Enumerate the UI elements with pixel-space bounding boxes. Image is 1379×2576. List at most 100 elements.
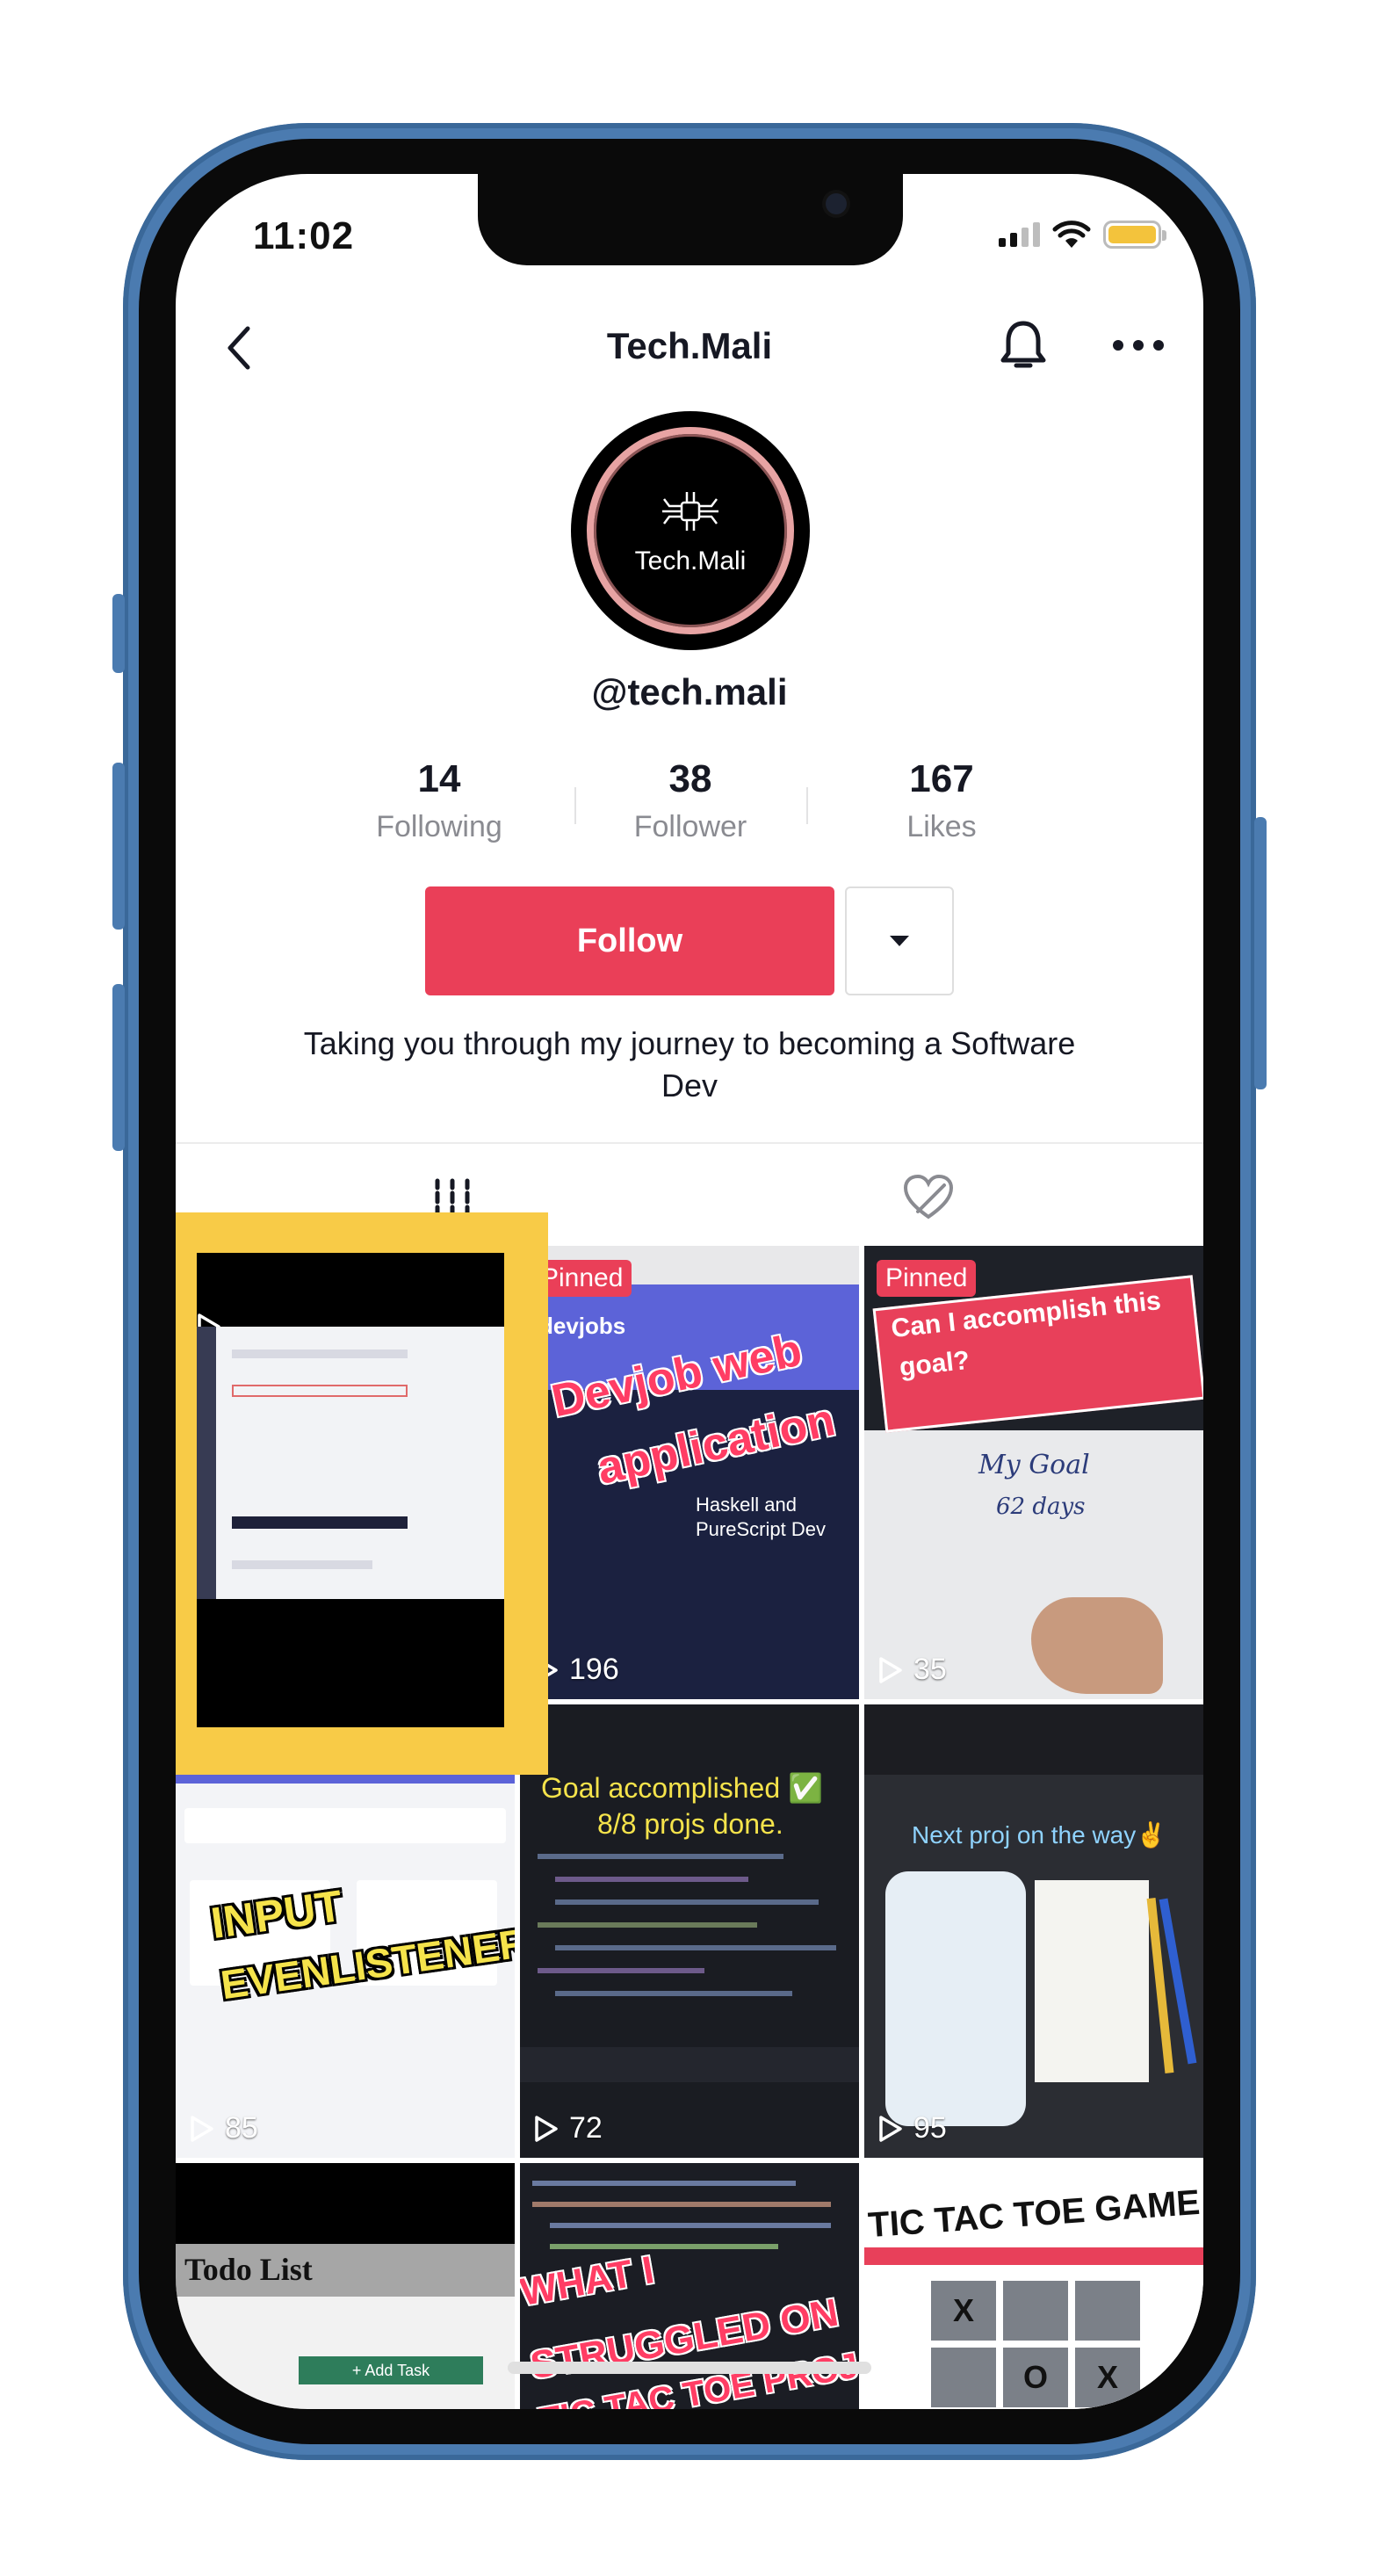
tile-screenshot [197,1327,504,1599]
notification-button[interactable] [993,315,1054,376]
avatar-logo-text: Tech.Mali [634,546,747,575]
ttt-cell [1075,2281,1140,2341]
view-count: 85 [190,2111,258,2145]
stat-following[interactable]: 14 Following [351,757,527,844]
tile-job-title: Haskell and [696,1494,797,1516]
view-count: 72 [534,2111,603,2145]
suggestions-dropdown-button[interactable] [845,886,954,995]
screen: 11:02 Tech.Mali Tech.Mali @tech.mali 14 … [176,174,1203,2409]
stat-value: 38 [668,757,712,800]
avatar[interactable]: Tech.Mali [571,411,810,650]
ttt-board: X O X [931,2281,1151,2409]
view-count-value: 95 [913,2111,947,2145]
stat-likes[interactable]: 167 Likes [854,757,1029,844]
wifi-icon [1052,221,1091,248]
code-line [550,2223,831,2228]
video-tile[interactable]: Goal accomplished ✅ 8/8 projs done. 72 [520,1704,859,2158]
code-line [555,1899,819,1905]
status-icons [999,220,1166,250]
video-caption: 8/8 projs done. [597,1808,783,1840]
add-task-button: + Add Task [299,2356,483,2384]
view-count-value: 72 [569,2111,603,2145]
home-indicator [508,2362,871,2374]
video-tile[interactable]: Can I accomplish this goal? My Goal 62 d… [864,1246,1203,1699]
code-line [538,1854,783,1859]
notebook [1035,1880,1149,2082]
whiteboard [885,1871,1026,2126]
view-count-value: 196 [569,1653,619,1686]
tile-app-name: devjobs [539,1313,626,1339]
tile-red-strip [864,2247,1203,2265]
play-icon [535,2115,558,2142]
video-caption: Todo List [184,2252,313,2287]
follow-button[interactable]: Follow [425,886,834,995]
terminal-bar [520,2047,859,2082]
video-tile[interactable]: Next proj on the way✌️ 95 [864,1704,1203,2158]
code-line [555,1877,748,1882]
code-line [555,1991,792,1996]
play-icon [191,2115,213,2142]
tile-row [232,1516,408,1529]
hand [1031,1597,1163,1694]
stat-value: 14 [417,757,461,800]
view-count: 95 [878,2111,947,2145]
more-icon [1113,340,1164,351]
video-caption: Goal accomplished ✅ [541,1772,823,1804]
stat-value: 167 [909,757,974,800]
code-line [538,1968,704,1973]
top-nav: Tech.Mali [176,306,1203,385]
code-line [550,2244,778,2249]
stat-divider [806,787,808,824]
side-button-volume-up [112,763,125,930]
ttt-cell [931,2348,996,2407]
code-line [538,1922,757,1928]
circuit-icon [662,492,718,531]
whiteboard-text: 62 days [996,1494,1086,1520]
tile-row [232,1350,408,1358]
stat-label: Likes [906,810,977,843]
pinned-badge: Pinned [877,1260,977,1297]
keyboard [864,1704,1203,1775]
more-options-button[interactable] [1103,316,1173,374]
bell-icon [1000,321,1046,368]
tile-row [232,1560,372,1569]
ttt-cell: X [931,2281,996,2341]
tile-job-title-2: PureScript Dev [696,1518,826,1540]
stat-label: Following [376,810,502,843]
profile-handle: @tech.mali [591,671,788,713]
play-icon [879,1656,902,1683]
video-tile[interactable]: Todo List + Add Task [176,2163,515,2409]
battery-icon [1103,221,1166,249]
camera-icon [826,193,847,214]
tab-liked[interactable] [889,1167,968,1228]
view-count-value: 35 [913,1653,947,1686]
side-button-power [1254,817,1267,1089]
side-button-mute [112,594,125,673]
highlighted-video-tile[interactable]: nvoice WebApp Pinned 108 [176,1212,548,1775]
play-icon [879,2115,902,2142]
tile-sidebar [197,1327,216,1599]
signal-icon [999,222,1040,247]
code-line [532,2202,831,2207]
side-button-volume-down [112,984,125,1151]
tile-row [232,1385,408,1397]
ttt-cell [1003,2281,1068,2341]
video-tile: nvoice WebApp Pinned 108 [197,1253,504,1727]
status-time: 11:02 [253,214,355,257]
stat-follower[interactable]: 38 Follower [603,757,778,844]
video-tile[interactable]: TIC TAC TOE GAME X O X [864,2163,1203,2409]
profile-stats: 14 Following 38 Follower 167 Likes [351,757,1029,854]
video-tile[interactable]: devjobs Haskell and PureScript Dev Devjo… [520,1246,859,1699]
ttt-cell: X [1075,2348,1140,2407]
code-line [532,2181,796,2186]
notch [478,174,903,265]
video-caption: TIC TAC TOE GAME [866,2182,1202,2246]
stat-label: Follower [633,810,747,843]
heart-hidden-icon [903,1174,954,1219]
caret-down-icon [890,936,909,946]
tile-search-bar [184,1808,506,1843]
view-count: 35 [878,1653,947,1687]
view-count-value: 85 [225,2111,258,2145]
video-caption: Next proj on the way✌️ [912,1821,1167,1849]
tabs-divider [176,1142,1203,1144]
